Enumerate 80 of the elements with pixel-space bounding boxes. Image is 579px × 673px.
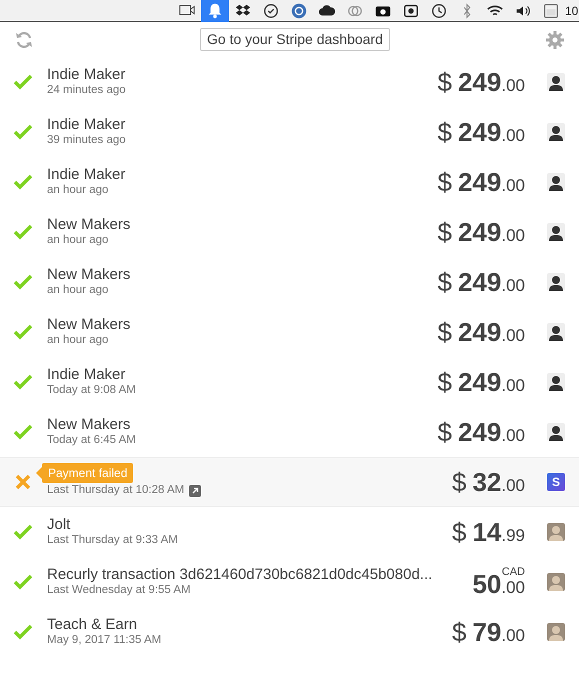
external-link-icon[interactable] xyxy=(189,484,202,497)
currency-symbol: $ xyxy=(452,519,466,545)
payment-time: 24 minutes ago xyxy=(47,83,126,98)
amount-whole: 249 xyxy=(458,119,502,145)
payment-time: Last Thursday at 9:33 AM xyxy=(47,533,178,548)
payment-time: an hour ago xyxy=(47,183,108,198)
payment-title: New Makers xyxy=(47,216,130,234)
payment-title: Indie Maker xyxy=(47,366,126,384)
check-circle-icon[interactable] xyxy=(262,2,280,20)
amount-whole: 249 xyxy=(458,69,502,95)
amount-cents: .99 xyxy=(501,527,525,544)
currency-symbol: $ xyxy=(438,69,452,95)
currency-code: CAD xyxy=(502,567,525,578)
amount-cents: .00 xyxy=(501,627,525,644)
payment-row[interactable]: New Makers an hour ago $ 249.00 xyxy=(0,307,579,357)
payment-row[interactable]: Teach & Earn May 9, 2017 11:35 AM $ 79.00 xyxy=(0,607,579,657)
amount-cents: .00 xyxy=(501,227,525,244)
payment-row[interactable]: New Makers Today at 6:45 AM $ 249.00 xyxy=(0,407,579,457)
menubar-clock: 10 xyxy=(565,2,579,20)
amount-whole: 79 xyxy=(472,619,502,645)
amount-cents: .00 xyxy=(501,327,525,344)
amount-cents: .00 xyxy=(501,427,525,444)
payment-time: May 9, 2017 11:35 AM xyxy=(47,633,162,648)
payment-title: Indie Maker xyxy=(47,66,126,84)
payment-title: Teach & Earn xyxy=(47,616,138,634)
amount-cents: .00 xyxy=(501,177,525,194)
currency-symbol: $ xyxy=(438,119,452,145)
payment-time: 39 minutes ago xyxy=(47,133,126,148)
amount-whole: 249 xyxy=(458,419,502,445)
payment-row[interactable]: Indie Maker an hour ago $ 249.00 xyxy=(0,157,579,207)
amount-whole: 50 xyxy=(472,571,502,597)
payment-title: New Makers xyxy=(47,266,130,284)
payment-row[interactable]: Indie Maker Today at 9:08 AM $ 249.00 xyxy=(0,357,579,407)
amount-cents: .00 xyxy=(501,377,525,394)
amount-cents: .00 xyxy=(501,77,525,94)
currency-symbol: $ xyxy=(438,269,452,295)
logo-icon: S xyxy=(547,473,565,491)
payment-row[interactable]: New Makers an hour ago $ 249.00 xyxy=(0,257,579,307)
clock-icon[interactable] xyxy=(430,2,448,20)
currency-symbol: $ xyxy=(438,169,452,195)
amount-whole: 14 xyxy=(472,519,502,545)
amount-cents: .00 xyxy=(501,127,525,144)
round-badge-icon[interactable] xyxy=(290,2,308,20)
currency-symbol: $ xyxy=(438,219,452,245)
payment-time: Last Wednesday at 9:55 AM xyxy=(47,583,191,598)
payment-time: Last Thursday at 10:28 AM xyxy=(47,483,184,498)
amount-whole: 249 xyxy=(458,219,502,245)
amount-cents: .00 xyxy=(501,277,525,294)
currency-symbol: $ xyxy=(438,319,452,345)
amount-cents: .00 xyxy=(501,477,525,494)
currency-symbol: $ xyxy=(438,369,452,395)
amount-whole: 32 xyxy=(472,469,502,495)
payment-time: Today at 9:08 AM xyxy=(47,383,136,398)
payment-time: Today at 6:45 AM xyxy=(47,433,136,448)
amount-whole: 249 xyxy=(458,169,502,195)
amount-whole: 249 xyxy=(458,369,502,395)
payment-title: New Makers xyxy=(47,316,130,334)
amount-cents: .00 xyxy=(501,579,525,596)
payment-row[interactable]: New Makers an hour ago $ 249.00 xyxy=(0,207,579,257)
tooltip: Payment failed xyxy=(36,463,134,484)
payment-row[interactable]: Payment failed Last Thursday at 10:28 AM $ 32.00 S xyxy=(0,457,579,507)
payment-time: an hour ago xyxy=(47,333,108,348)
payment-title: New Makers xyxy=(47,416,132,434)
amount-whole: 249 xyxy=(458,319,502,345)
amount-whole: 249 xyxy=(458,269,502,295)
payment-title: Indie Maker xyxy=(47,116,126,134)
payment-row[interactable]: Indie Maker 39 minutes ago $ 249.00 xyxy=(0,107,579,157)
payment-time: an hour ago xyxy=(47,283,108,298)
payment-row[interactable]: Jolt Last Thursday at 9:33 AM $ 14.99 xyxy=(0,507,579,557)
payment-title: Recurly transaction 3d621460d730bc6821d0dc45b080d... xyxy=(47,566,432,584)
currency-symbol: $ xyxy=(452,619,466,645)
dashboard-button[interactable]: Go to your Stripe dashboard xyxy=(200,28,390,51)
bell-icon[interactable] xyxy=(206,2,224,20)
payment-title: Indie Maker xyxy=(47,166,126,184)
keyboard-icon[interactable] xyxy=(542,2,560,20)
payment-row[interactable]: Indie Maker 24 minutes ago $ 249.00 xyxy=(0,57,579,107)
currency-symbol: $ xyxy=(438,419,452,445)
currency-symbol: $ xyxy=(452,469,466,495)
payment-title: Jolt xyxy=(47,516,72,534)
payment-time: an hour ago xyxy=(47,233,108,248)
